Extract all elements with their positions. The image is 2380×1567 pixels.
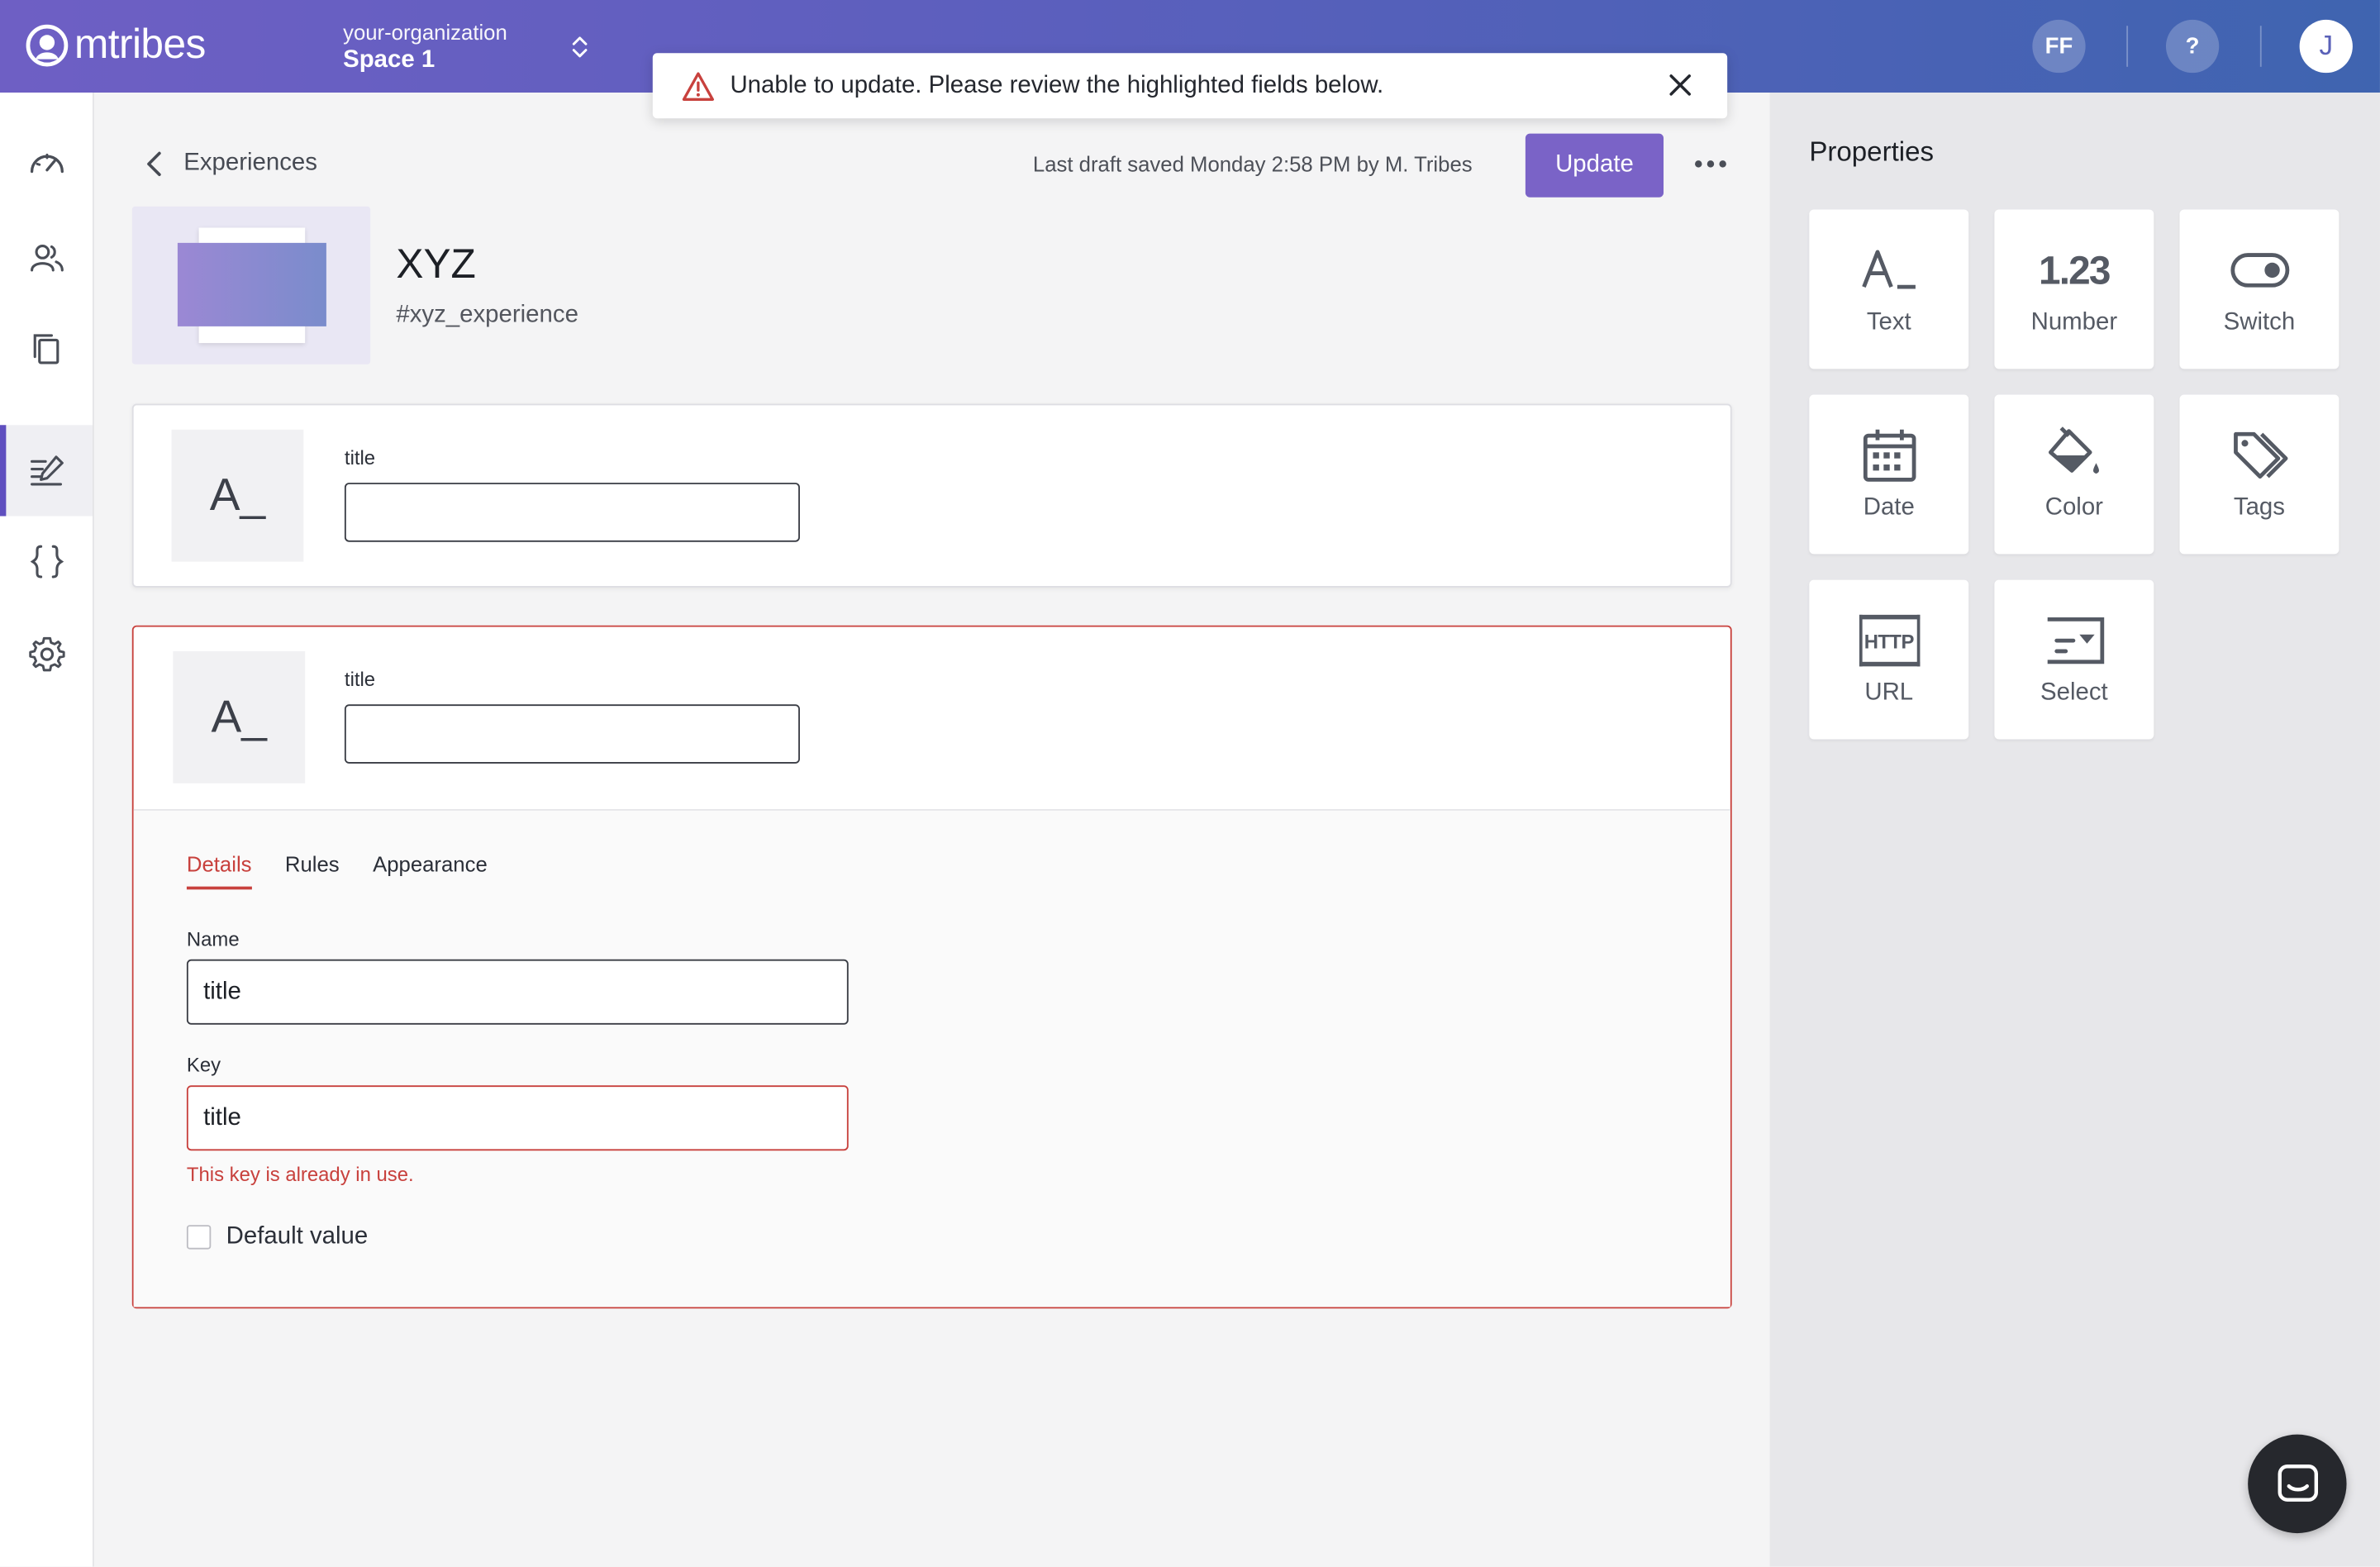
sidebar-item-audiences[interactable] (0, 212, 93, 303)
key-field[interactable]: title (186, 1085, 849, 1151)
more-options-button[interactable] (1694, 147, 1727, 180)
header-divider (2126, 26, 2129, 67)
org-name: your-organization (343, 19, 507, 45)
detail-tabs: Details Rules Appearance (186, 851, 521, 890)
property-type-label: Number (2030, 309, 2118, 336)
mtribes-logo-icon (26, 23, 69, 66)
dashboard-gauge-icon (29, 153, 64, 174)
more-horizontal-icon (1695, 160, 1726, 168)
property-value-input[interactable] (344, 483, 800, 542)
property-type-label: Select (2040, 679, 2108, 707)
property-type-text[interactable]: Text (1809, 209, 1969, 369)
brand-name: mtribes (74, 21, 206, 67)
sidebar-nav (0, 93, 94, 1567)
checkbox-box[interactable] (186, 1225, 212, 1250)
key-field-label: Key (186, 1053, 221, 1077)
property-type-number[interactable]: 1.23 Number (1994, 209, 2154, 369)
sidebar-item-collections[interactable] (0, 303, 93, 394)
property-field-label: title (344, 445, 376, 469)
default-value-checkbox[interactable]: Default value (186, 1223, 369, 1250)
property-value-input[interactable] (344, 704, 800, 764)
experience-thumbnail (131, 206, 371, 364)
name-field[interactable]: title (186, 959, 849, 1025)
select-dropdown-icon (1994, 613, 2154, 668)
chevron-updown-icon[interactable] (568, 33, 592, 60)
property-type-label: Text (1866, 309, 1911, 336)
tags-icon (2180, 428, 2340, 483)
sidebar-item-dashboard[interactable] (0, 118, 93, 209)
text-type-icon: A_ (173, 650, 306, 784)
close-icon[interactable] (1667, 71, 1694, 98)
user-initials-button[interactable]: FF (2032, 19, 2086, 74)
audiences-users-icon (30, 244, 63, 272)
property-type-switch[interactable]: Switch (2179, 209, 2340, 369)
property-type-tags[interactable]: Tags (2179, 394, 2340, 555)
sidebar-item-settings[interactable] (0, 609, 93, 700)
alert-message: Unable to update. Please review the high… (730, 72, 1384, 98)
property-type-label: Tags (2233, 494, 2285, 521)
chevron-left-icon (147, 151, 161, 177)
http-url-icon: HTTP (1809, 613, 1968, 668)
tab-rules[interactable]: Rules (285, 851, 340, 889)
back-to-experiences-link[interactable]: Experiences (144, 150, 317, 178)
calendar-icon (1809, 428, 1968, 483)
default-value-label: Default value (226, 1223, 369, 1250)
experience-title: XYZ (396, 241, 476, 288)
experience-key: #xyz_experience (396, 302, 578, 328)
error-alert: Unable to update. Please review the high… (652, 53, 1728, 119)
sidebar-item-experiences[interactable] (0, 425, 93, 517)
property-type-date[interactable]: Date (1809, 394, 1969, 555)
property-type-label: URL (1864, 679, 1914, 707)
sidebar-item-code[interactable] (0, 516, 93, 607)
settings-gear-icon (28, 636, 64, 672)
chat-launcher-button[interactable] (2248, 1434, 2347, 1534)
property-card[interactable]: A_ title (131, 403, 1732, 588)
property-type-label: Switch (2223, 309, 2296, 336)
warning-triangle-icon (682, 71, 714, 101)
property-type-url[interactable]: HTTP URL (1809, 579, 1969, 740)
help-button[interactable]: ? (2165, 19, 2220, 74)
name-field-label: Name (186, 927, 240, 950)
property-card-expanded[interactable]: A_ title Details Rules Appearance Name t… (131, 625, 1732, 1309)
avatar[interactable]: J (2299, 19, 2353, 74)
text-type-icon (1809, 243, 1968, 298)
property-type-label: Date (1863, 494, 1915, 521)
key-error-message: This key is already in use. (186, 1162, 414, 1186)
paint-bucket-icon (1994, 426, 2154, 483)
main-content: Experiences Last draft saved Monday 2:58… (93, 93, 1770, 1567)
property-field-label: title (344, 668, 376, 691)
last-saved-text: Last draft saved Monday 2:58 PM by M. Tr… (1032, 151, 1473, 177)
number-type-icon: 1.23 (2039, 246, 2111, 293)
app-root: mtribes your-organization Space 1 FF ? J… (0, 0, 2380, 1567)
copy-collections-icon (32, 334, 59, 364)
space-name: Space 1 (343, 46, 436, 74)
properties-title: Properties (1809, 136, 1935, 168)
back-label: Experiences (183, 150, 317, 177)
code-braces-icon (29, 545, 64, 579)
property-type-label: Color (2044, 494, 2103, 521)
property-type-select[interactable]: Select (1994, 579, 2154, 740)
tab-appearance[interactable]: Appearance (373, 851, 488, 889)
property-type-color[interactable]: Color (1994, 394, 2154, 555)
properties-panel: Properties Text 1.23 Number Switch Date … (1769, 93, 2380, 1567)
property-details-panel: Details Rules Appearance Name title Key … (133, 808, 1730, 1307)
org-switcher[interactable]: your-organization Space 1 (343, 20, 507, 74)
chat-icon (2277, 1464, 2318, 1501)
switch-toggle-icon (2180, 243, 2340, 298)
brand-logo[interactable]: mtribes (26, 21, 206, 69)
header-divider (2259, 26, 2262, 67)
edit-experiences-icon (30, 455, 63, 486)
update-button[interactable]: Update (1525, 133, 1664, 198)
text-type-icon: A_ (171, 429, 304, 562)
tab-details[interactable]: Details (186, 851, 252, 890)
